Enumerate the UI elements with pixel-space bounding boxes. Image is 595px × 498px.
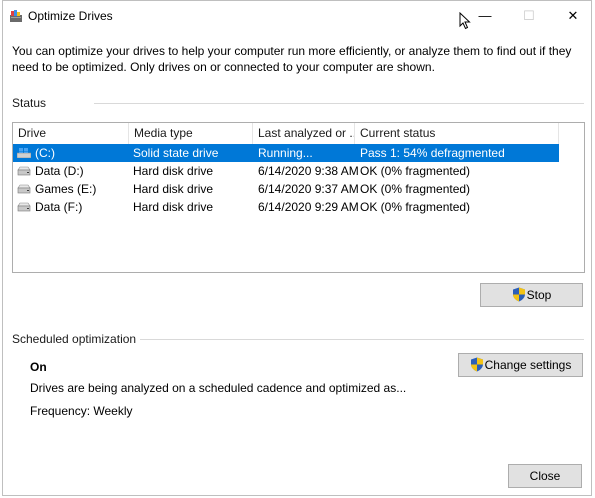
media-type: Solid state drive [133,146,219,160]
schedule-description: Drives are being analyzed on a scheduled… [30,381,407,395]
uac-shield-icon [512,287,525,302]
media-type: Hard disk drive [133,164,214,178]
drive-name: Data (D:) [35,164,84,178]
column-header-current-status[interactable]: Current status [355,123,559,144]
scheduled-divider [140,339,584,340]
current-status: OK (0% fragmented) [360,200,471,214]
drive-list[interactable]: Drive Media type Last analyzed or ... Cu… [12,122,585,273]
stop-button-label: Stop [526,288,552,302]
column-header-drive[interactable]: Drive [13,123,129,144]
description-text: You can optimize your drives to help you… [12,44,572,74]
scheduled-section-label: Scheduled optimization [12,332,137,346]
drive-name: Games (E:) [35,182,97,196]
uac-shield-icon [470,357,483,372]
media-type: Hard disk drive [133,182,214,196]
optimize-drives-window: Optimize Drives — ☐ ✕ You can optimize y… [2,0,592,496]
hard-drive-icon [17,184,31,194]
current-status: OK (0% fragmented) [360,164,471,178]
change-settings-button[interactable]: Change settings [458,353,583,377]
column-header-last-analyzed[interactable]: Last analyzed or ... [253,123,355,144]
last-analyzed: 6/14/2020 9:29 AM [258,200,359,214]
window-title: Optimize Drives [28,9,113,23]
last-analyzed: 6/14/2020 9:38 AM [258,164,359,178]
close-button[interactable]: Close [508,464,582,488]
drive-row-e[interactable]: Games (E:) Hard disk drive 6/14/2020 9:3… [13,180,559,198]
hard-drive-icon [17,202,31,212]
windows-drive-icon [17,148,31,158]
media-type: Hard disk drive [133,200,214,214]
column-header-media-type[interactable]: Media type [129,123,253,144]
app-defrag-icon [10,10,22,22]
status-section-label: Status [12,96,47,110]
schedule-frequency: Frequency: Weekly [30,404,133,418]
close-window-button[interactable]: ✕ [551,1,595,31]
maximize-button[interactable]: ☐ [507,1,551,31]
drive-name: Data (F:) [35,200,83,214]
hard-drive-icon [17,166,31,176]
current-status: Pass 1: 54% defragmented [360,146,505,160]
schedule-state: On [30,360,47,374]
stop-button[interactable]: Stop [480,283,583,307]
mouse-cursor-icon [459,12,471,30]
drive-row-d[interactable]: Data (D:) Hard disk drive 6/14/2020 9:38… [13,162,559,180]
drive-row-f[interactable]: Data (F:) Hard disk drive 6/14/2020 9:29… [13,198,559,216]
list-header: Drive Media type Last analyzed or ... Cu… [13,123,584,144]
drive-name: (C:) [35,146,55,160]
title-bar[interactable]: Optimize Drives — ☐ ✕ [3,1,591,31]
change-settings-label: Change settings [484,358,572,372]
last-analyzed: Running... [258,146,313,160]
close-button-label: Close [529,469,561,483]
drive-row-c[interactable]: (C:) Solid state drive Running... Pass 1… [13,144,559,162]
current-status: OK (0% fragmented) [360,182,471,196]
status-divider [94,103,584,104]
last-analyzed: 6/14/2020 9:37 AM [258,182,359,196]
